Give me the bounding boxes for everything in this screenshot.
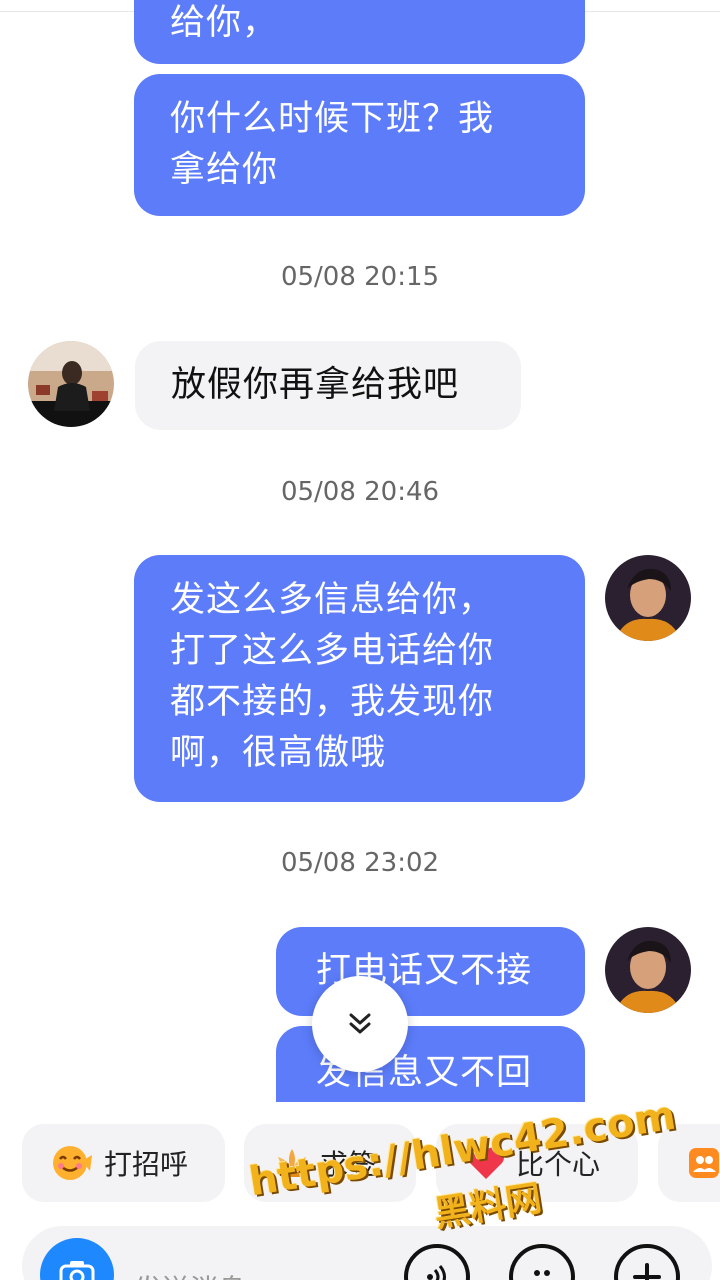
timestamp: 05/08 20:15 [280,262,440,292]
emoji-face-icon [534,1270,550,1280]
message-bubble-outgoing[interactable]: 你什么时候下班？我 拿给你 [134,74,585,216]
plus-icon [633,1263,661,1280]
my-avatar[interactable] [605,927,691,1013]
message-text: 放假你再拿给我吧 [171,365,460,405]
quick-reply-greet[interactable]: 打招呼 [22,1124,225,1202]
my-avatar-photo [605,555,691,641]
more-button[interactable] [614,1244,680,1280]
my-avatar[interactable] [605,555,691,641]
message-line: 发这么多信息给你， [170,580,495,620]
message-bubble-outgoing[interactable]: 发这么多信息给你， 打了这么多电话给你 都不接的，我发现你 啊，很高傲哦 [134,555,585,802]
smile-emoji-icon [53,1146,92,1180]
message-bubble-incoming[interactable]: 放假你再拿给我吧 [135,341,521,430]
voice-button[interactable] [404,1244,470,1280]
quick-reply-label: 打招呼 [104,1148,189,1181]
contact-avatar-photo [28,341,114,427]
message-line: 拿给你 [170,150,279,190]
message-input[interactable]: 发送消息 [134,1268,246,1280]
camera-icon [59,1261,95,1280]
contact-avatar[interactable] [28,341,114,427]
message-line: 打了这么多电话给你 [170,631,495,671]
timestamp: 05/08 23:02 [280,848,440,878]
emoji-button[interactable] [509,1244,575,1280]
message-bubble-outgoing[interactable]: 给你， [134,0,585,64]
message-text: 给你， [170,3,279,43]
scroll-to-bottom-button[interactable] [312,976,408,1072]
message-line: 啊，很高傲哦 [170,733,387,773]
chat-area[interactable]: 给你， 你什么时候下班？我 拿给你 05/08 20:15 放假你再拿给我吧 0… [0,0,720,1102]
message-line: 你什么时候下班？我 [170,99,495,139]
my-avatar-photo [605,927,691,1013]
camera-button[interactable] [40,1238,114,1280]
voice-wave-icon [427,1265,446,1280]
message-input-bar: 发送消息 [22,1226,712,1280]
timestamp: 05/08 20:46 [280,477,440,507]
message-line: 都不接的，我发现你 [170,682,495,722]
group-icon [689,1148,719,1178]
double-chevron-down-icon [349,1013,371,1034]
